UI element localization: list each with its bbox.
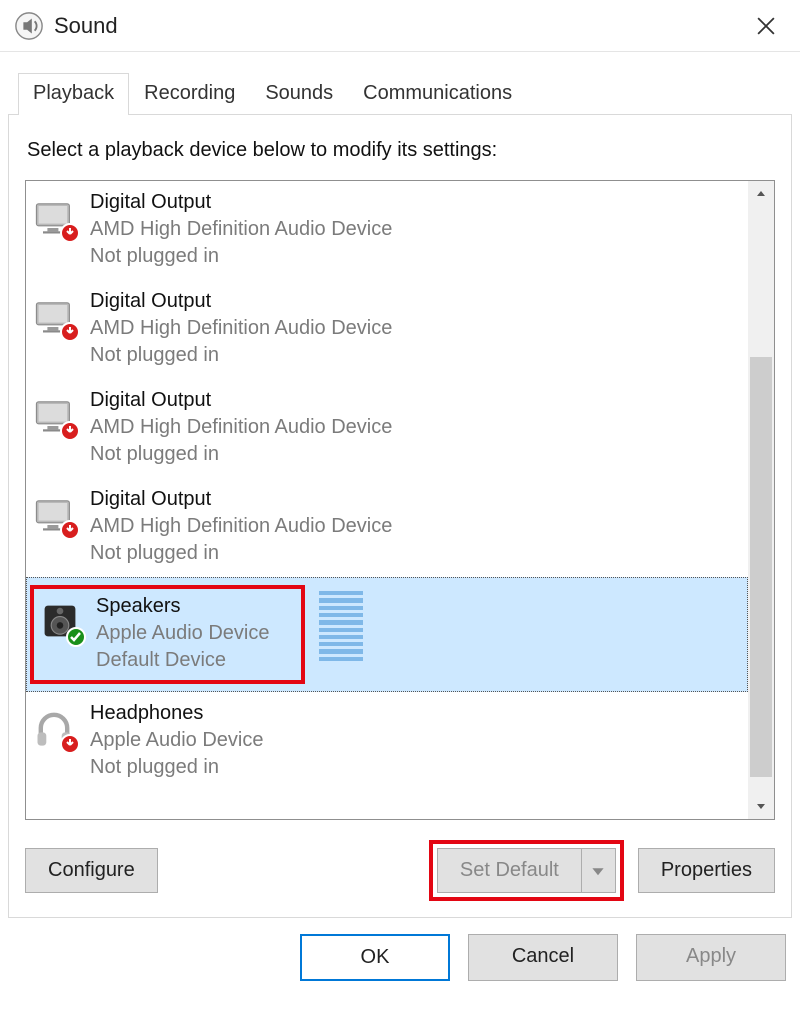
- device-name: Digital Output: [90, 389, 740, 412]
- scroll-thumb[interactable]: [750, 357, 772, 777]
- device-desc: AMD High Definition Audio Device: [90, 315, 740, 342]
- apply-button[interactable]: Apply: [636, 934, 786, 981]
- tab-panel: Select a playback device below to modify…: [8, 114, 792, 918]
- device-info: Digital OutputAMD High Definition Audio …: [90, 191, 740, 270]
- device-info: Digital OutputAMD High Definition Audio …: [90, 290, 740, 369]
- device-row[interactable]: SpeakersApple Audio DeviceDefault Device: [26, 577, 748, 692]
- device-name: Digital Output: [90, 191, 740, 214]
- device-status: Not plugged in: [90, 540, 740, 567]
- scroll-track[interactable]: [748, 207, 774, 793]
- monitor-icon: [32, 393, 76, 437]
- set-default-splitbutton[interactable]: Set Default: [437, 848, 616, 893]
- device-status: Not plugged in: [90, 243, 740, 270]
- set-default-dropdown[interactable]: [581, 849, 615, 892]
- tab-communications[interactable]: Communications: [348, 73, 527, 115]
- tab-recording[interactable]: Recording: [129, 73, 250, 115]
- device-desc: AMD High Definition Audio Device: [90, 513, 740, 540]
- device-row[interactable]: HeadphonesApple Audio DeviceNot plugged …: [26, 692, 748, 791]
- device-row[interactable]: Digital OutputAMD High Definition Audio …: [26, 379, 748, 478]
- panel-button-row: Configure Set Default Properties: [25, 840, 775, 901]
- level-meter: [319, 591, 363, 661]
- device-desc: AMD High Definition Audio Device: [90, 414, 740, 441]
- headphones-icon: [32, 706, 76, 750]
- cancel-button[interactable]: Cancel: [468, 934, 618, 981]
- device-name: Digital Output: [90, 488, 740, 511]
- device-highlight: SpeakersApple Audio DeviceDefault Device: [30, 585, 305, 684]
- set-default-button[interactable]: Set Default: [438, 849, 581, 892]
- device-desc: Apple Audio Device: [96, 620, 269, 647]
- device-row[interactable]: Digital OutputAMD High Definition Audio …: [26, 280, 748, 379]
- configure-button[interactable]: Configure: [25, 848, 158, 893]
- device-row[interactable]: Digital OutputAMD High Definition Audio …: [26, 478, 748, 577]
- window-title: Sound: [54, 13, 744, 39]
- speaker-icon: [38, 599, 82, 643]
- device-name: Speakers: [96, 595, 269, 618]
- monitor-icon: [32, 294, 76, 338]
- ok-button[interactable]: OK: [300, 934, 450, 981]
- device-name: Headphones: [90, 702, 740, 725]
- tab-sounds[interactable]: Sounds: [250, 73, 348, 115]
- device-info: SpeakersApple Audio DeviceDefault Device: [96, 595, 269, 674]
- monitor-icon: [32, 195, 76, 239]
- device-info: Digital OutputAMD High Definition Audio …: [90, 389, 740, 468]
- device-list[interactable]: Digital OutputAMD High Definition Audio …: [26, 181, 748, 819]
- device-desc: Apple Audio Device: [90, 727, 740, 754]
- device-row[interactable]: Digital OutputAMD High Definition Audio …: [26, 181, 748, 280]
- properties-button[interactable]: Properties: [638, 848, 775, 893]
- device-info: HeadphonesApple Audio DeviceNot plugged …: [90, 702, 740, 781]
- device-status: Not plugged in: [90, 342, 740, 369]
- close-button[interactable]: [744, 4, 788, 48]
- set-default-highlight: Set Default: [429, 840, 624, 901]
- instruction-text: Select a playback device below to modify…: [27, 139, 775, 162]
- device-status: Not plugged in: [90, 441, 740, 468]
- device-desc: AMD High Definition Audio Device: [90, 216, 740, 243]
- dialog-footer: OK Cancel Apply: [0, 918, 800, 981]
- tab-playback[interactable]: Playback: [18, 73, 129, 115]
- device-list-container: Digital OutputAMD High Definition Audio …: [25, 180, 775, 820]
- titlebar: Sound: [0, 0, 800, 52]
- device-status: Default Device: [96, 647, 269, 674]
- tab-strip: Playback Recording Sounds Communications: [0, 72, 800, 114]
- monitor-icon: [32, 492, 76, 536]
- device-status: Not plugged in: [90, 754, 740, 781]
- scroll-up-button[interactable]: [748, 181, 774, 207]
- sound-icon: [14, 11, 44, 41]
- device-info: Digital OutputAMD High Definition Audio …: [90, 488, 740, 567]
- scrollbar[interactable]: [748, 181, 774, 819]
- device-name: Digital Output: [90, 290, 740, 313]
- scroll-down-button[interactable]: [748, 793, 774, 819]
